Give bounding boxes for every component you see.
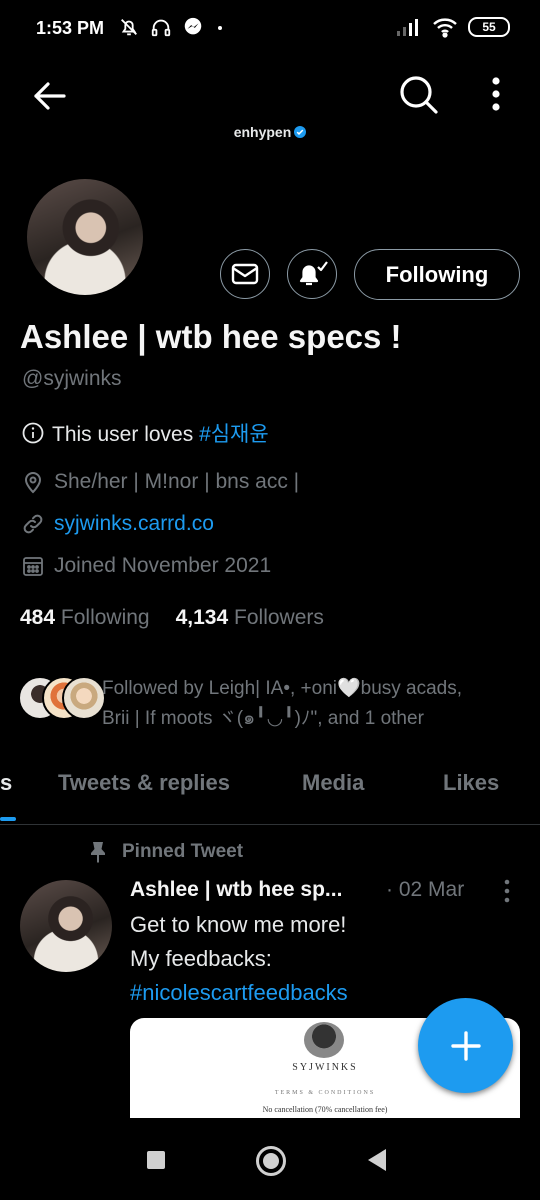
- profile-joined-row: Joined November 2021: [22, 554, 271, 578]
- status-icons-right: 55: [396, 16, 510, 38]
- followers-label: Followers: [234, 606, 324, 629]
- card-avatar: [304, 1022, 344, 1058]
- alarm-off-icon: [121, 19, 137, 36]
- followers-count: 4,134: [175, 606, 229, 629]
- tweet-date: · 02 Mar: [386, 878, 465, 901]
- pinned-tweet-text: Pinned Tweet: [122, 841, 244, 862]
- following-count: 484: [20, 606, 56, 629]
- followed-by-line-2: Brii | If moots ヾ(๑╹◡╹)ﾉ", and 1 other: [102, 708, 424, 729]
- more-vertical-icon[interactable]: [482, 74, 510, 114]
- info-circle-icon: [22, 422, 44, 444]
- profile-website-link[interactable]: syjwinks.carrd.co: [54, 512, 214, 536]
- tweet-hashtag-link[interactable]: #nicolescartfeedbacks: [130, 980, 348, 1006]
- status-time: 1:53 PM: [36, 18, 105, 38]
- following-button[interactable]: Following: [354, 249, 520, 300]
- headphones-icon: [151, 19, 171, 37]
- profile-location-row: She/her | M!nor | bns acc |: [22, 470, 299, 494]
- bio-text: This user loves: [52, 423, 200, 446]
- tweet-author-name[interactable]: Ashlee | wtb hee sp...: [130, 878, 342, 902]
- followed-by-line-1: Followed by Leigh| IA•, +oni🤍busy acads,: [102, 678, 463, 699]
- profile-tabs: s Tweets & replies Media Likes: [0, 764, 540, 825]
- status-icons-left: [118, 16, 226, 38]
- profile-location: She/her | M!nor | bns acc |: [54, 470, 300, 493]
- profile-bio: This user loves #심재윤: [22, 418, 269, 448]
- battery-icon: 55: [468, 17, 510, 37]
- dot-icon: [218, 26, 222, 30]
- tweet-more-icon[interactable]: [498, 878, 516, 904]
- followed-by-avatars[interactable]: [18, 676, 106, 720]
- profile-website-row: syjwinks.carrd.co: [22, 512, 214, 536]
- following-label: Following: [60, 606, 150, 629]
- nav-back-icon[interactable]: [368, 1149, 386, 1171]
- active-tab-indicator: [0, 817, 16, 821]
- tweet-text-line: Get to know me more!: [130, 912, 347, 937]
- home-icon[interactable]: [256, 1146, 286, 1176]
- card-text: No cancellation (70% cancellation fee): [262, 1105, 388, 1114]
- profile-avatar[interactable]: [24, 176, 146, 298]
- calendar-icon: [23, 557, 43, 576]
- followers-stat[interactable]: 4,134 Followers: [176, 606, 324, 630]
- tweet-text-line: My feedbacks:: [130, 946, 272, 971]
- bell-check-icon: [299, 261, 328, 286]
- signal-icon: [397, 19, 418, 36]
- location-pin-icon: [24, 472, 42, 494]
- notifications-button[interactable]: [287, 249, 337, 299]
- compose-tweet-button[interactable]: [418, 998, 513, 1093]
- tab-tweets-and-replies[interactable]: Tweets & replies: [58, 770, 230, 796]
- messenger-icon: [184, 17, 202, 35]
- tab-tweets[interactable]: s: [0, 770, 12, 796]
- search-icon[interactable]: [396, 72, 440, 116]
- recents-icon[interactable]: [147, 1151, 165, 1169]
- tweet-author-avatar[interactable]: [20, 880, 112, 972]
- pin-icon: [91, 842, 105, 863]
- profile-display-name: Ashlee | wtb hee specs !: [20, 318, 402, 355]
- verified-badge-icon: [294, 126, 307, 138]
- plus-icon: [450, 1030, 481, 1061]
- back-arrow-icon[interactable]: [30, 76, 70, 116]
- profile-stats: 484 Following 4,134 Followers: [20, 606, 324, 630]
- profile-joined: Joined November 2021: [54, 554, 272, 577]
- envelope-icon: [231, 263, 259, 285]
- following-stat[interactable]: 484 Following: [20, 606, 150, 630]
- pinned-tweet-label: Pinned Tweet: [88, 840, 243, 864]
- system-navigation-bar: [0, 1118, 540, 1200]
- bio-hashtag-link[interactable]: #심재윤: [199, 423, 269, 446]
- top-bar-title-text: enhypen: [233, 124, 292, 140]
- followed-by-text[interactable]: Followed by Leigh| IA•, +oni🤍busy acads,…: [102, 674, 532, 734]
- top-bar-title: enhypen: [0, 124, 540, 140]
- wifi-icon: [433, 18, 457, 38]
- tab-likes[interactable]: Likes: [443, 770, 499, 796]
- profile-handle: @syjwinks: [22, 367, 122, 390]
- message-button[interactable]: [220, 249, 270, 299]
- tab-media[interactable]: Media: [302, 770, 364, 796]
- follower-avatar: [62, 676, 106, 720]
- link-icon: [23, 514, 43, 534]
